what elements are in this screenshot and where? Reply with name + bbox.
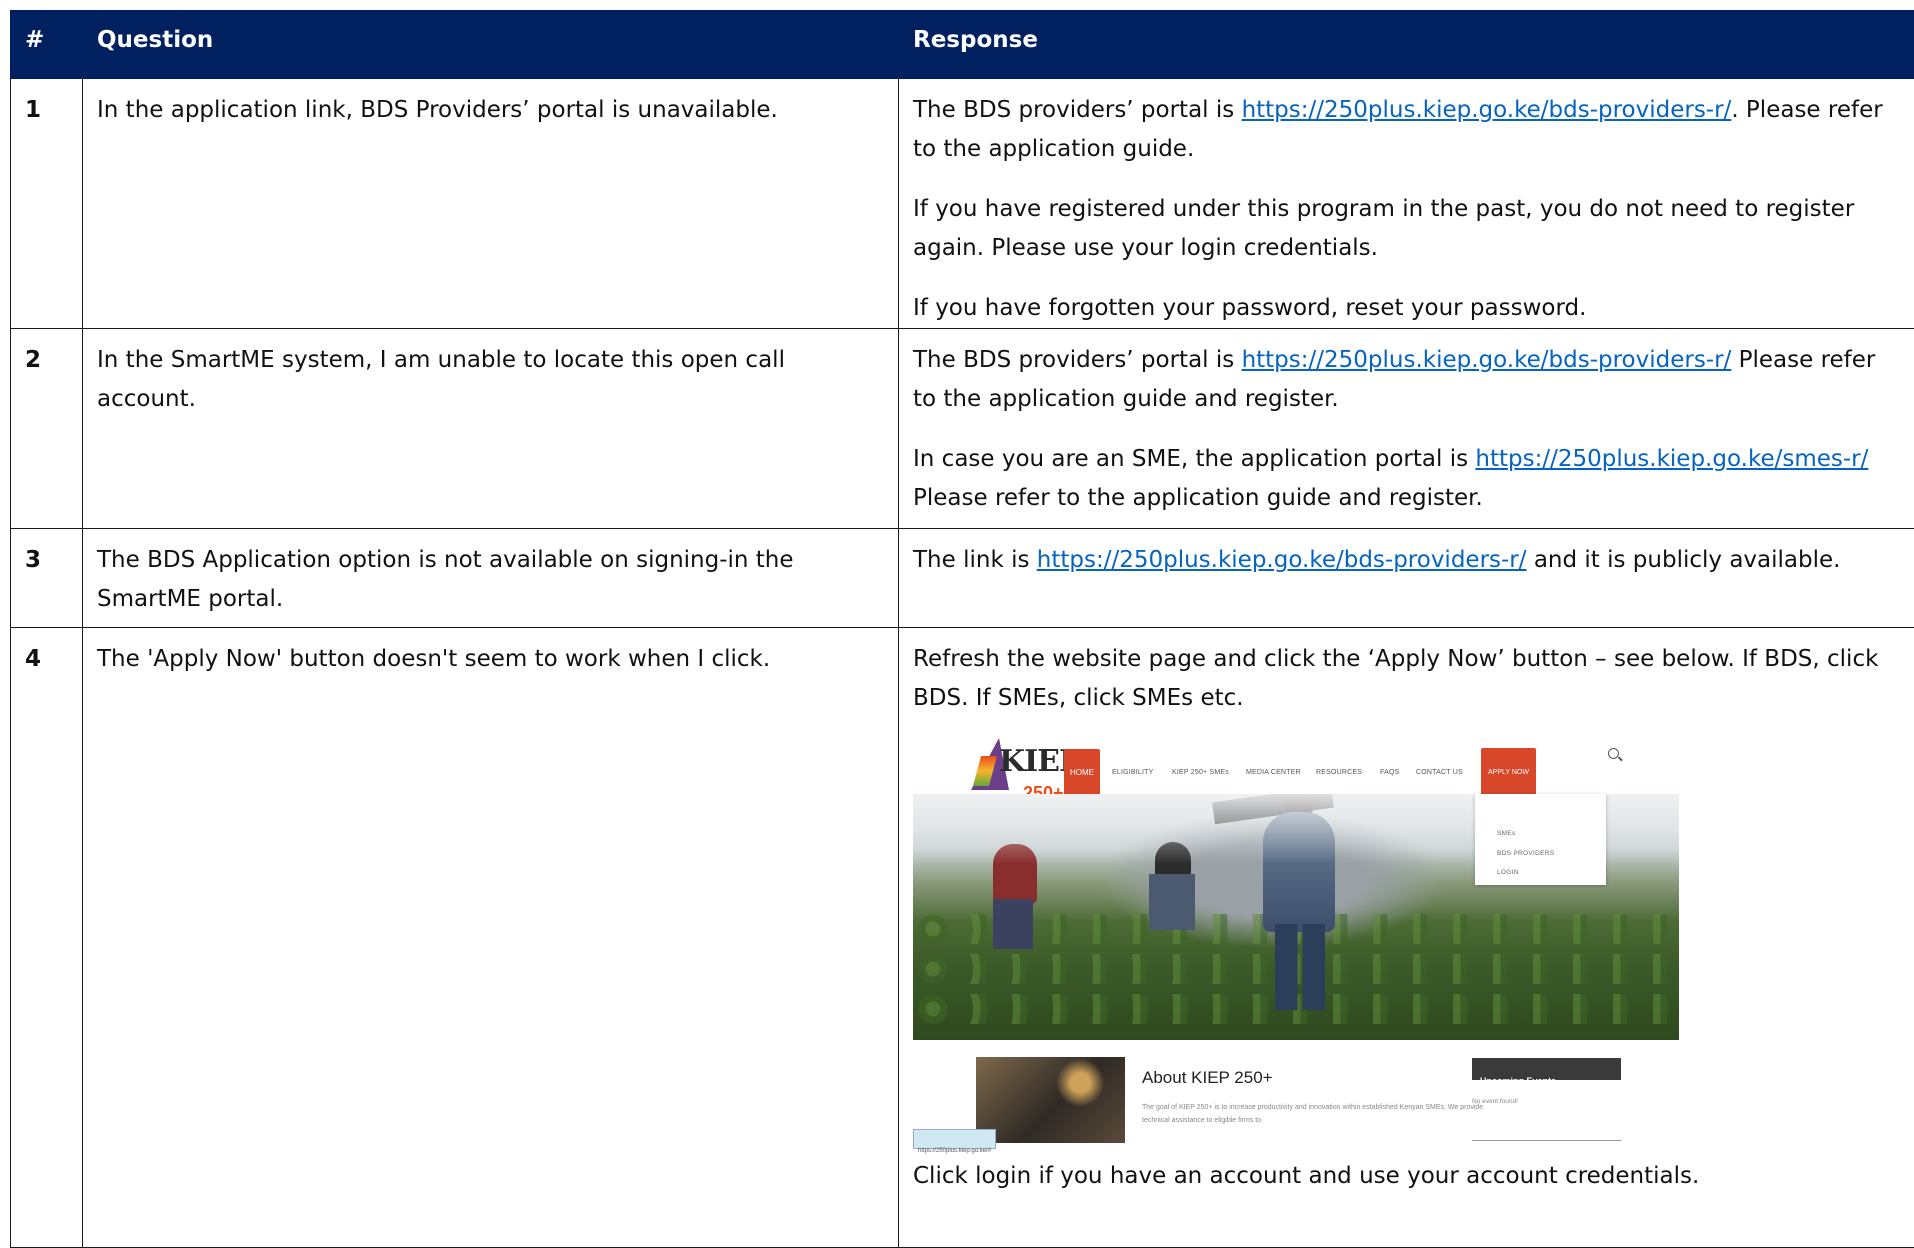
sme-portal-link[interactable]: https://250plus.kiep.go.ke/smes-r/ xyxy=(1475,446,1868,472)
nav-apply-now: APPLY NOW xyxy=(1481,748,1536,797)
response-text: The BDS providers’ portal is xyxy=(913,97,1242,123)
search-icon xyxy=(1608,748,1619,759)
apply-dropdown-menu: SMEs BDS PROVIDERS LOGIN xyxy=(1475,794,1606,885)
response-paragraph: The BDS providers’ portal is https://250… xyxy=(913,91,1900,169)
row-number: 2 xyxy=(11,329,83,529)
site-navbar: KIEP 250+ HOME ELIGIBILITY KIEP 250+ SME… xyxy=(913,732,1679,802)
nav-faqs: FAQS xyxy=(1380,753,1399,792)
website-screenshot: KIEP 250+ HOME ELIGIBILITY KIEP 250+ SME… xyxy=(913,732,1679,1143)
events-title: Upcoming Events xyxy=(1472,1058,1621,1080)
response-paragraph: Click login if you have an account and u… xyxy=(913,1157,1900,1196)
response-paragraph: In case you are an SME, the application … xyxy=(913,440,1900,518)
table-row: 3 The BDS Application option is not avai… xyxy=(11,529,1914,628)
row-response: Refresh the website page and click the ‘… xyxy=(899,628,1914,1248)
response-text: In case you are an SME, the application … xyxy=(913,446,1475,472)
header-row: # Question Response xyxy=(11,11,1914,79)
portal-link[interactable]: https://250plus.kiep.go.ke/bds-providers… xyxy=(1037,547,1527,573)
divider xyxy=(1472,1140,1621,1141)
response-paragraph: If you have forgotten your password, res… xyxy=(913,289,1900,328)
faq-table: # Question Response 1 In the application… xyxy=(10,10,1914,1248)
nav-smes: KIEP 250+ SMEs xyxy=(1172,753,1229,792)
about-image xyxy=(976,1057,1125,1143)
events-empty: No event found! xyxy=(1472,1082,1518,1121)
menu-item-login: LOGIN xyxy=(1497,853,1519,892)
table-row: 1 In the application link, BDS Providers… xyxy=(11,79,1914,329)
nav-eligibility: ELIGIBILITY xyxy=(1112,753,1154,792)
row-question: In the SmartME system, I am unable to lo… xyxy=(83,329,899,529)
response-text: Please refer to the application guide an… xyxy=(913,485,1483,511)
row-question: The BDS Application option is not availa… xyxy=(83,529,899,628)
row-number: 3 xyxy=(11,529,83,628)
nav-media-center: MEDIA CENTER xyxy=(1246,753,1301,792)
about-text: The goal of KIEP 250+ is to increase pro… xyxy=(1142,1101,1488,1127)
nav-home: HOME xyxy=(1064,749,1100,796)
header-response: Response xyxy=(899,11,1914,79)
portal-link[interactable]: https://250plus.kiep.go.ke/bds-providers… xyxy=(1242,97,1732,123)
response-paragraph: Refresh the website page and click the ‘… xyxy=(913,640,1900,718)
row-number: 1 xyxy=(11,79,83,329)
nav-resources: RESOURCES xyxy=(1316,753,1362,792)
response-text: The BDS providers’ portal is xyxy=(913,347,1242,373)
status-url: https://250plus.kiep.go.ke/# xyxy=(913,1129,996,1149)
nav-contact: CONTACT US xyxy=(1416,753,1463,792)
header-question: Question xyxy=(83,11,899,79)
row-question: The 'Apply Now' button doesn't seem to w… xyxy=(83,628,899,1248)
row-response: The BDS providers’ portal is https://250… xyxy=(899,329,1914,529)
response-paragraph: The link is https://250plus.kiep.go.ke/b… xyxy=(913,541,1900,580)
response-text: The link is xyxy=(913,547,1037,573)
response-text: and it is publicly available. xyxy=(1527,547,1841,573)
table-row: 2 In the SmartME system, I am unable to … xyxy=(11,329,1914,529)
table-row: 4 The 'Apply Now' button doesn't seem to… xyxy=(11,628,1914,1248)
row-response: The BDS providers’ portal is https://250… xyxy=(899,79,1914,329)
row-number: 4 xyxy=(11,628,83,1248)
response-paragraph: If you have registered under this progra… xyxy=(913,190,1900,268)
about-title: About KIEP 250+ xyxy=(1142,1058,1273,1097)
row-response: The link is https://250plus.kiep.go.ke/b… xyxy=(899,529,1914,628)
header-number: # xyxy=(11,11,83,79)
row-question: In the application link, BDS Providers’ … xyxy=(83,79,899,329)
response-paragraph: The BDS providers’ portal is https://250… xyxy=(913,341,1900,419)
portal-link[interactable]: https://250plus.kiep.go.ke/bds-providers… xyxy=(1242,347,1732,373)
